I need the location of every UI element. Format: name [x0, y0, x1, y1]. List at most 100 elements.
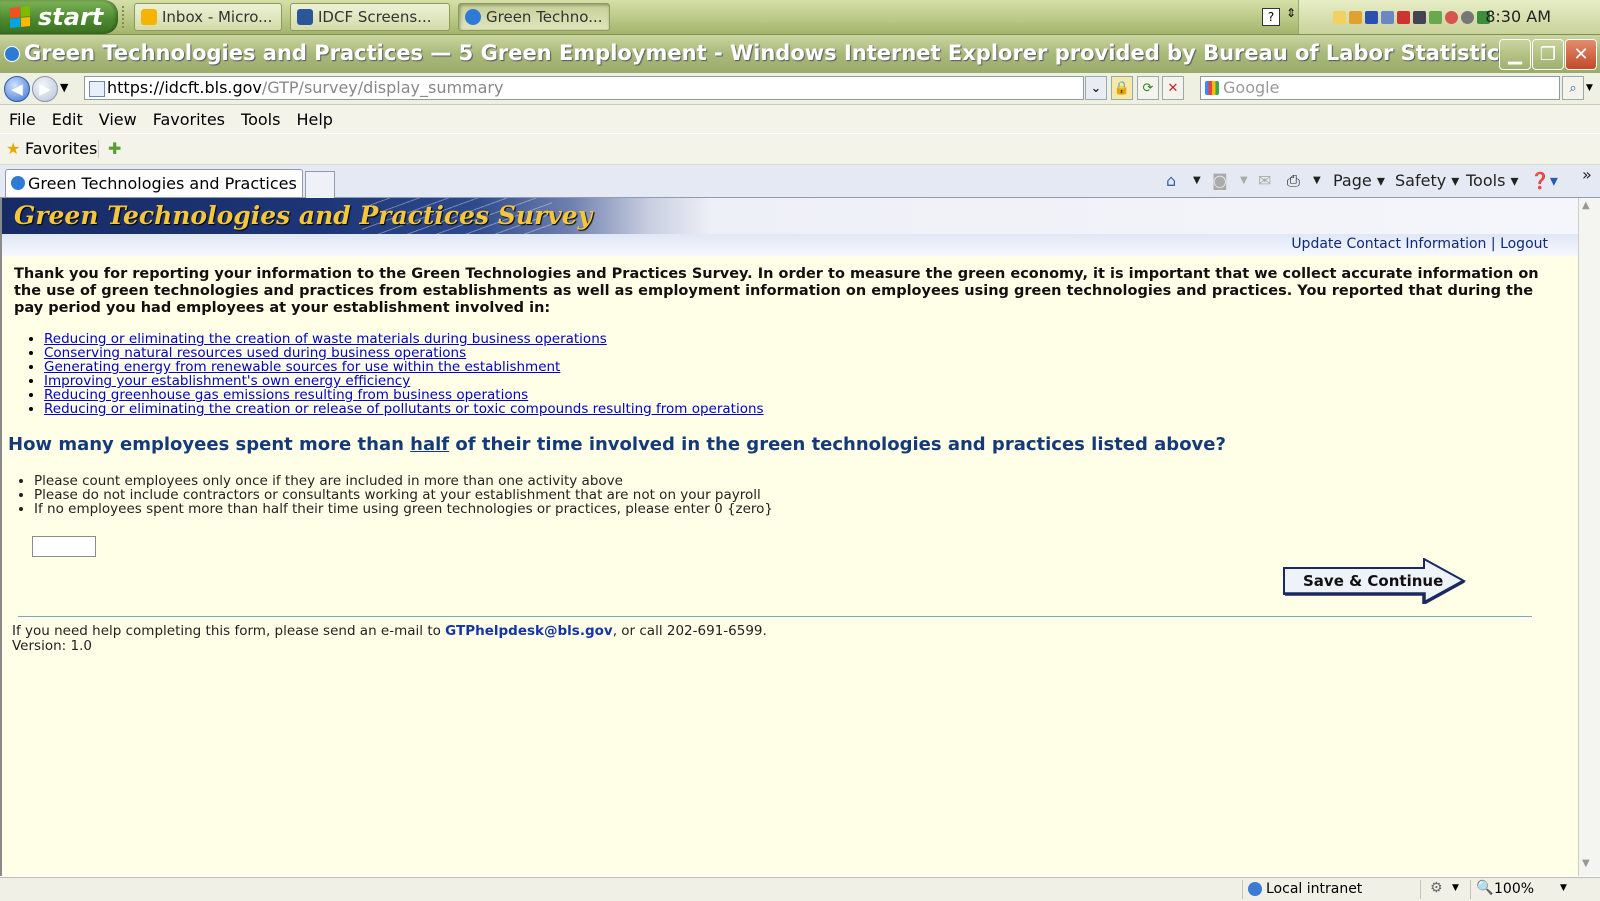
instruction-item: Please count employees only once if they…	[34, 474, 773, 488]
list-item: Reducing greenhouse gas emissions result…	[44, 388, 764, 402]
start-label: start	[38, 3, 104, 31]
safety-menu[interactable]: Safety ▾	[1395, 169, 1459, 193]
outlook-tray-icon[interactable]	[1349, 10, 1362, 24]
search-placeholder: Google	[1223, 78, 1280, 97]
list-item: Generating energy from renewable sources…	[44, 360, 764, 374]
page-icon	[89, 81, 105, 97]
quicklaunch-arrow-icon[interactable]: ⇕	[1286, 6, 1296, 20]
window-title: Green Technologies and Practices — 5 Gre…	[24, 41, 1512, 65]
update-contact-link[interactable]: Update Contact Information	[1291, 236, 1486, 252]
mail-icon[interactable]	[1333, 10, 1346, 24]
print-dropdown-icon[interactable]: ▼	[1313, 169, 1321, 193]
favorites-bar: ★ Favorites ✚	[0, 134, 1600, 165]
list-item: Reducing or eliminating the creation of …	[44, 332, 764, 346]
google-icon	[1205, 81, 1219, 95]
status-divider	[1470, 880, 1471, 899]
forward-button[interactable]: ▶	[32, 76, 58, 102]
vertical-scrollbar[interactable]: ▲ ▼	[1578, 198, 1600, 876]
start-button[interactable]: start	[0, 0, 118, 34]
list-item: Reducing or eliminating the creation or …	[44, 402, 764, 416]
refresh-icon[interactable]: ⟳	[1137, 76, 1159, 100]
question-text: How many employees spent more than	[8, 434, 411, 455]
survey-banner: Green Technologies and Practices Survey	[2, 198, 1578, 234]
helpdesk-email-link[interactable]: GTPhelpdesk@bls.gov	[445, 623, 613, 639]
window-titlebar[interactable]: Green Technologies and Practices — 5 Gre…	[0, 35, 1600, 73]
network-icon[interactable]	[1413, 10, 1426, 24]
task-label: Green Techno...	[486, 8, 603, 26]
save-continue-label[interactable]: Save & Continue	[1303, 572, 1443, 590]
restore-button[interactable]: ❐	[1532, 39, 1564, 70]
help-text: If you need help completing this form, p…	[12, 623, 446, 639]
menu-favorites[interactable]: Favorites	[153, 110, 225, 129]
search-options-icon[interactable]: ▼	[1586, 83, 1593, 93]
home-icon[interactable]: ⌂	[1166, 169, 1176, 193]
shield-icon[interactable]	[1365, 10, 1378, 24]
menu-bar: File Edit View Favorites Tools Help	[0, 105, 1600, 133]
url-input[interactable]: https://idcft.bls.gov/GTP/survey/display…	[84, 76, 1084, 100]
help-icon[interactable]: ?	[1262, 8, 1280, 26]
intro-text: Thank you for reporting your information…	[14, 266, 1539, 316]
logout-link[interactable]: Logout	[1500, 236, 1548, 252]
instruction-list: Please count employees only once if they…	[18, 474, 773, 516]
safety-menu-label: Safety	[1395, 171, 1447, 190]
protected-mode-icon[interactable]: ⚙	[1430, 880, 1443, 896]
search-icon[interactable]: ⌕	[1562, 76, 1584, 100]
link-separator: |	[1490, 236, 1496, 252]
list-item: Conserving natural resources used during…	[44, 346, 764, 360]
nvidia-icon[interactable]	[1429, 10, 1442, 24]
zoom-dropdown-icon[interactable]: ▼	[1560, 883, 1567, 893]
new-tab-button[interactable]	[305, 171, 335, 198]
employee-count-input[interactable]	[32, 536, 96, 557]
instruction-item: Please do not include contractors or con…	[34, 488, 773, 502]
footer-divider	[18, 616, 1532, 617]
menu-help[interactable]: Help	[296, 110, 332, 129]
status-divider	[1242, 880, 1243, 899]
page-viewport: Green Technologies and Practices Survey …	[0, 198, 1578, 876]
list-item: Improving your establishment's own energ…	[44, 374, 764, 388]
feeds-icon[interactable]: ◙	[1212, 169, 1228, 193]
intranet-globe-icon	[1248, 882, 1262, 896]
taskbar-task-inbox[interactable]: Inbox - Micro...	[134, 3, 282, 31]
instruction-item: If no employees spent more than half the…	[34, 502, 773, 516]
protected-dropdown-icon[interactable]: ▼	[1452, 883, 1459, 893]
add-favorite-icon[interactable]: ✚	[108, 139, 121, 158]
tools-menu[interactable]: Tools ▾	[1466, 169, 1519, 193]
security-zone[interactable]: Local intranet	[1266, 881, 1362, 897]
lock-icon[interactable]: 🔒	[1111, 76, 1133, 100]
scroll-down-arrow-icon[interactable]: ▼	[1582, 858, 1590, 869]
menu-edit[interactable]: Edit	[52, 110, 83, 129]
scroll-up-arrow-icon[interactable]: ▲	[1582, 200, 1590, 211]
word-document-icon	[297, 9, 313, 25]
back-button[interactable]: ◀	[4, 76, 30, 102]
close-button[interactable]: ✕	[1565, 39, 1597, 70]
clock[interactable]: 8:30 AM	[1485, 0, 1551, 34]
menu-file[interactable]: File	[9, 110, 36, 129]
favorites-button[interactable]: Favorites	[25, 139, 97, 158]
taskbar-task-idcf[interactable]: IDCF Screens...	[290, 3, 450, 31]
minimize-button[interactable]: ▁	[1499, 39, 1531, 70]
speaker-icon[interactable]	[1461, 10, 1474, 24]
network-error-icon[interactable]	[1397, 10, 1410, 24]
monitor-icon[interactable]	[1381, 10, 1394, 24]
stop-icon[interactable]: ✕	[1162, 76, 1184, 100]
recent-pages-dropdown-icon[interactable]: ▼	[60, 81, 68, 94]
page-menu[interactable]: Page ▾	[1333, 169, 1385, 193]
home-dropdown-icon[interactable]: ▼	[1193, 169, 1201, 193]
tab-green-technologies[interactable]: Green Technologies and Practices ...	[5, 169, 303, 197]
zoom-level[interactable]: 100%	[1494, 881, 1534, 897]
taskbar: start Inbox - Micro... IDCF Screens... G…	[0, 0, 1600, 35]
help-menu-icon[interactable]: ❓▾	[1530, 169, 1558, 193]
menu-view[interactable]: View	[99, 110, 137, 129]
search-input[interactable]: Google	[1200, 76, 1560, 100]
question-emphasis: half	[410, 434, 450, 455]
toolbar-overflow-icon[interactable]: »	[1582, 163, 1592, 187]
taskbar-task-ie[interactable]: Green Techno...	[458, 3, 610, 31]
menu-tools[interactable]: Tools	[241, 110, 280, 129]
security-icon[interactable]	[1445, 10, 1458, 24]
read-mail-icon[interactable]: ✉	[1258, 169, 1271, 193]
activity-link-pollutants[interactable]: Reducing or eliminating the creation or …	[44, 401, 764, 417]
taskbar-grip	[122, 6, 132, 28]
task-label: Inbox - Micro...	[162, 8, 273, 26]
print-icon[interactable]: ⎙	[1287, 169, 1300, 193]
url-dropdown-icon[interactable]: ⌄	[1085, 76, 1107, 100]
